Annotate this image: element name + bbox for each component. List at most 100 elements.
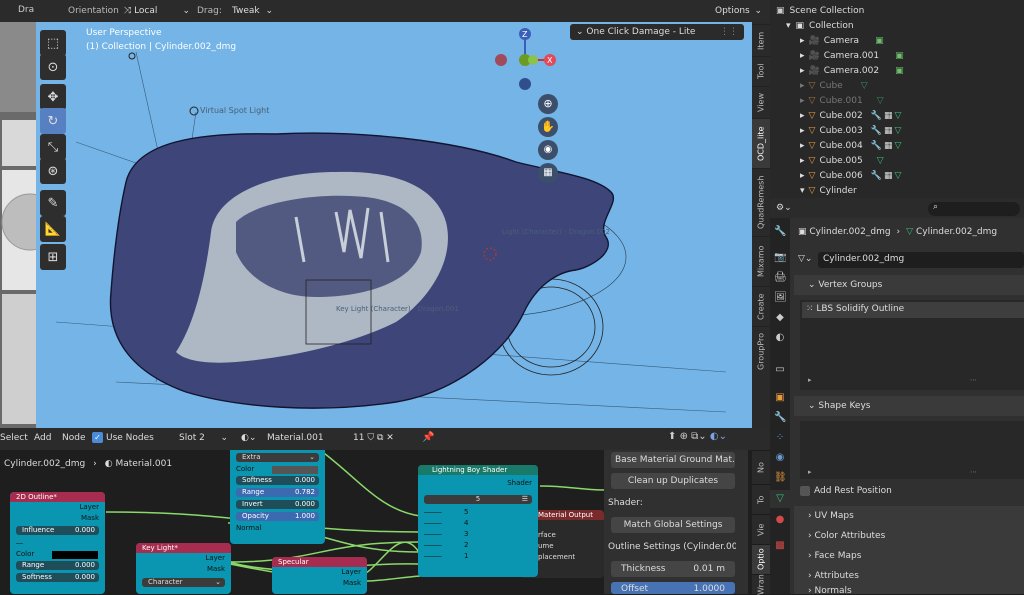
overlay-controls[interactable]: ⬆ ⊕ ⧉⌄ ◐⌄	[668, 431, 766, 446]
move-tool-icon[interactable]: ✥	[40, 84, 66, 110]
outliner-item-cube-004[interactable]: ▸ ▽ Cube.004 🔧 ▦ ▽	[800, 138, 901, 153]
outliner-item-cube-006[interactable]: ▸ ▽ Cube.006 🔧 ▦ ▽	[800, 168, 901, 183]
shape-keys-list[interactable]	[800, 421, 1024, 479]
pin-icon[interactable]: 📌	[422, 432, 434, 443]
character-dropdown[interactable]: Character ⌄	[142, 578, 225, 587]
clean-up-duplicates-button[interactable]: Clean up Duplicates	[611, 473, 735, 489]
face-maps-panel-header[interactable]: › Face Maps	[794, 546, 1024, 566]
tab-view[interactable]: Vie	[752, 514, 770, 544]
outliner-item-cube-001[interactable]: ▸ ▽ Cube.001 ▽	[800, 93, 884, 108]
pan-hand-icon[interactable]: ✋	[538, 117, 558, 137]
material-browse-button[interactable]: ◐⌄	[236, 431, 262, 446]
options-dropdown[interactable]: Options ⌄	[710, 4, 766, 20]
specular-node[interactable]: Specular Layer Mask	[272, 557, 367, 594]
lightning-boy-shader-node[interactable]: Lightning Boy Shader Shader 5 ☰ ⎯⎯⎯⎯⎯ 5 ⎯…	[418, 465, 538, 577]
world-tab-icon[interactable]: ◐	[774, 332, 786, 344]
layer-count-field[interactable]: 5 ☰	[424, 495, 532, 504]
select-box-tool-icon[interactable]: ⬚	[40, 30, 66, 56]
softness-field[interactable]: Softness 0.000	[16, 573, 99, 582]
mesh-name-field[interactable]: Cylinder.002_dmg	[818, 252, 1024, 268]
list-expand-icon[interactable]: ▸	[808, 376, 812, 384]
vertex-groups-panel-header[interactable]: ⌄ Vertex Groups	[794, 275, 1024, 295]
rotate-tool-icon[interactable]: ↻	[40, 108, 66, 134]
tab-mixamo[interactable]: Mixamo	[752, 236, 770, 286]
output-tab-icon[interactable]: 🖨	[774, 272, 787, 284]
tab-ocd-lite[interactable]: OCD_lite	[752, 118, 770, 168]
tool-tab-icon[interactable]: 🔧	[774, 226, 786, 238]
orientation-dropdown[interactable]: ⤨ Local ⌄	[119, 4, 194, 20]
color-swatch[interactable]	[52, 551, 98, 559]
editor-type-icon[interactable]: ⚙⌄	[776, 203, 792, 213]
one-click-damage-panel[interactable]: ⌄ One Click Damage - Lite ⋮⋮	[570, 24, 744, 40]
tab-node[interactable]: No	[752, 450, 770, 484]
match-global-settings-button[interactable]: Match Global Settings	[611, 517, 735, 533]
measure-tool-icon[interactable]: 📐	[40, 216, 66, 242]
list-expand-icon[interactable]: ▸	[808, 468, 812, 476]
tab-tool[interactable]: Tool	[752, 56, 770, 86]
outliner-item-camera-002[interactable]: ▸ 🎥 Camera.002 ▣	[800, 63, 904, 78]
annotate-tool-icon[interactable]: ✎	[40, 190, 66, 216]
outline-2d-node[interactable]: 2D Outline* Layer Mask Influence 0.000 ⎯⎯…	[10, 492, 105, 594]
tab-tool[interactable]: To	[752, 484, 770, 514]
drag-menu-label[interactable]: Dra	[18, 5, 34, 15]
add-cube-tool-icon[interactable]: ⊞	[40, 244, 66, 270]
influence-field[interactable]: Influence 0.000	[16, 526, 99, 535]
search-input[interactable]: ⌕	[928, 202, 1020, 216]
key-light-node[interactable]: Key Light* Layer Mask Character ⌄	[136, 543, 231, 594]
range-field[interactable]: Range 0.782	[236, 488, 319, 497]
material-tab-icon[interactable]: ●	[774, 514, 786, 526]
zoom-icon[interactable]: ⊕	[538, 94, 558, 114]
collection-tab-icon[interactable]: ▭	[774, 364, 786, 376]
modifier-tab-icon[interactable]: 🔧	[774, 412, 786, 424]
vertex-group-item[interactable]: ⁙ LBS Solidify Outline	[802, 302, 1024, 318]
softness-field[interactable]: Softness 0.000	[236, 476, 319, 485]
node-menu[interactable]: Node	[62, 433, 86, 443]
constraints-tab-icon[interactable]: ⛓	[774, 472, 787, 484]
drag-dropdown[interactable]: Tweak ⌄	[227, 4, 277, 20]
shape-keys-panel-header[interactable]: ⌄ Shape Keys	[794, 396, 1024, 416]
outliner-item-cube[interactable]: ▸ ▽ Cube ▽	[800, 78, 868, 93]
tab-options[interactable]: Optio	[752, 544, 770, 574]
range-field[interactable]: Range 0.000	[16, 561, 99, 570]
view-layer-tab-icon[interactable]: 🖼	[774, 292, 787, 304]
texture-tab-icon[interactable]: ▩	[774, 540, 786, 552]
base-material-field[interactable]: Base Material Ground Mat...	[611, 452, 735, 468]
color-swatch[interactable]	[272, 466, 318, 474]
list-resize-handle[interactable]: ⋯	[970, 376, 977, 384]
extra-node[interactable]: Extra ⌄ Color Softness 0.000 Range 0.782 In…	[230, 450, 325, 544]
slot-dropdown[interactable]: Slot 2 ⌄	[174, 431, 232, 446]
invert-field[interactable]: Invert 0.000	[236, 500, 319, 509]
outliner-item-cube-002[interactable]: ▸ ▽ Cube.002 🔧 ▦ ▽	[800, 108, 901, 123]
material-users-controls[interactable]: 11 ⛉ ⧉ ✕	[348, 431, 418, 446]
use-nodes-checkbox[interactable]: ✓	[92, 432, 103, 443]
material-name-field[interactable]: Material.001	[262, 431, 346, 446]
tab-grouppro[interactable]: GroupPro	[752, 326, 770, 376]
camera-view-icon[interactable]: ◉	[538, 140, 558, 160]
physics-tab-icon[interactable]: ◉	[774, 452, 786, 464]
scene-tab-icon[interactable]: ◆	[774, 312, 786, 324]
outliner-item-cube-003[interactable]: ▸ ▽ Cube.003 🔧 ▦ ▽	[800, 123, 901, 138]
scale-tool-icon[interactable]: ⤡	[40, 134, 66, 160]
add-rest-position-checkbox[interactable]	[800, 486, 810, 496]
drag-handle-icon[interactable]: ⋮⋮	[720, 24, 738, 40]
3d-viewport[interactable]: User Perspective (1) Collection | Cylind…	[36, 22, 752, 428]
particles-tab-icon[interactable]: ⁘	[774, 432, 786, 444]
add-menu[interactable]: Add	[34, 433, 51, 443]
object-tab-icon[interactable]: ▣	[774, 392, 786, 404]
outliner-collection[interactable]: ▾ ▣ Collection	[786, 18, 854, 33]
extra-dropdown[interactable]: Extra ⌄	[236, 453, 319, 462]
outliner-scene-collection[interactable]: ▣ Scene Collection	[776, 3, 864, 18]
mesh-data-tab-icon[interactable]: ▽	[774, 493, 786, 505]
tab-create[interactable]: Create	[752, 286, 770, 326]
outliner-item-cylinder[interactable]: ▾ ▽ Cylinder	[800, 183, 857, 198]
outliner-item-cube-005[interactable]: ▸ ▽ Cube.005 ▽	[800, 153, 884, 168]
tab-wrangler[interactable]: Wran	[752, 574, 770, 595]
navigation-gizmo[interactable]: Z X	[491, 22, 571, 97]
thickness-field[interactable]: Thickness 0.01 m	[611, 561, 735, 577]
outliner-item-camera-001[interactable]: ▸ 🎥 Camera.001 ▣	[800, 48, 904, 63]
tab-item[interactable]: Item	[752, 24, 770, 56]
transform-tool-icon[interactable]: ⊛	[40, 158, 66, 184]
select-menu[interactable]: Select	[0, 433, 28, 443]
normals-panel-header[interactable]: › Normals	[794, 586, 1024, 594]
color-attributes-panel-header[interactable]: › Color Attributes	[794, 526, 1024, 546]
